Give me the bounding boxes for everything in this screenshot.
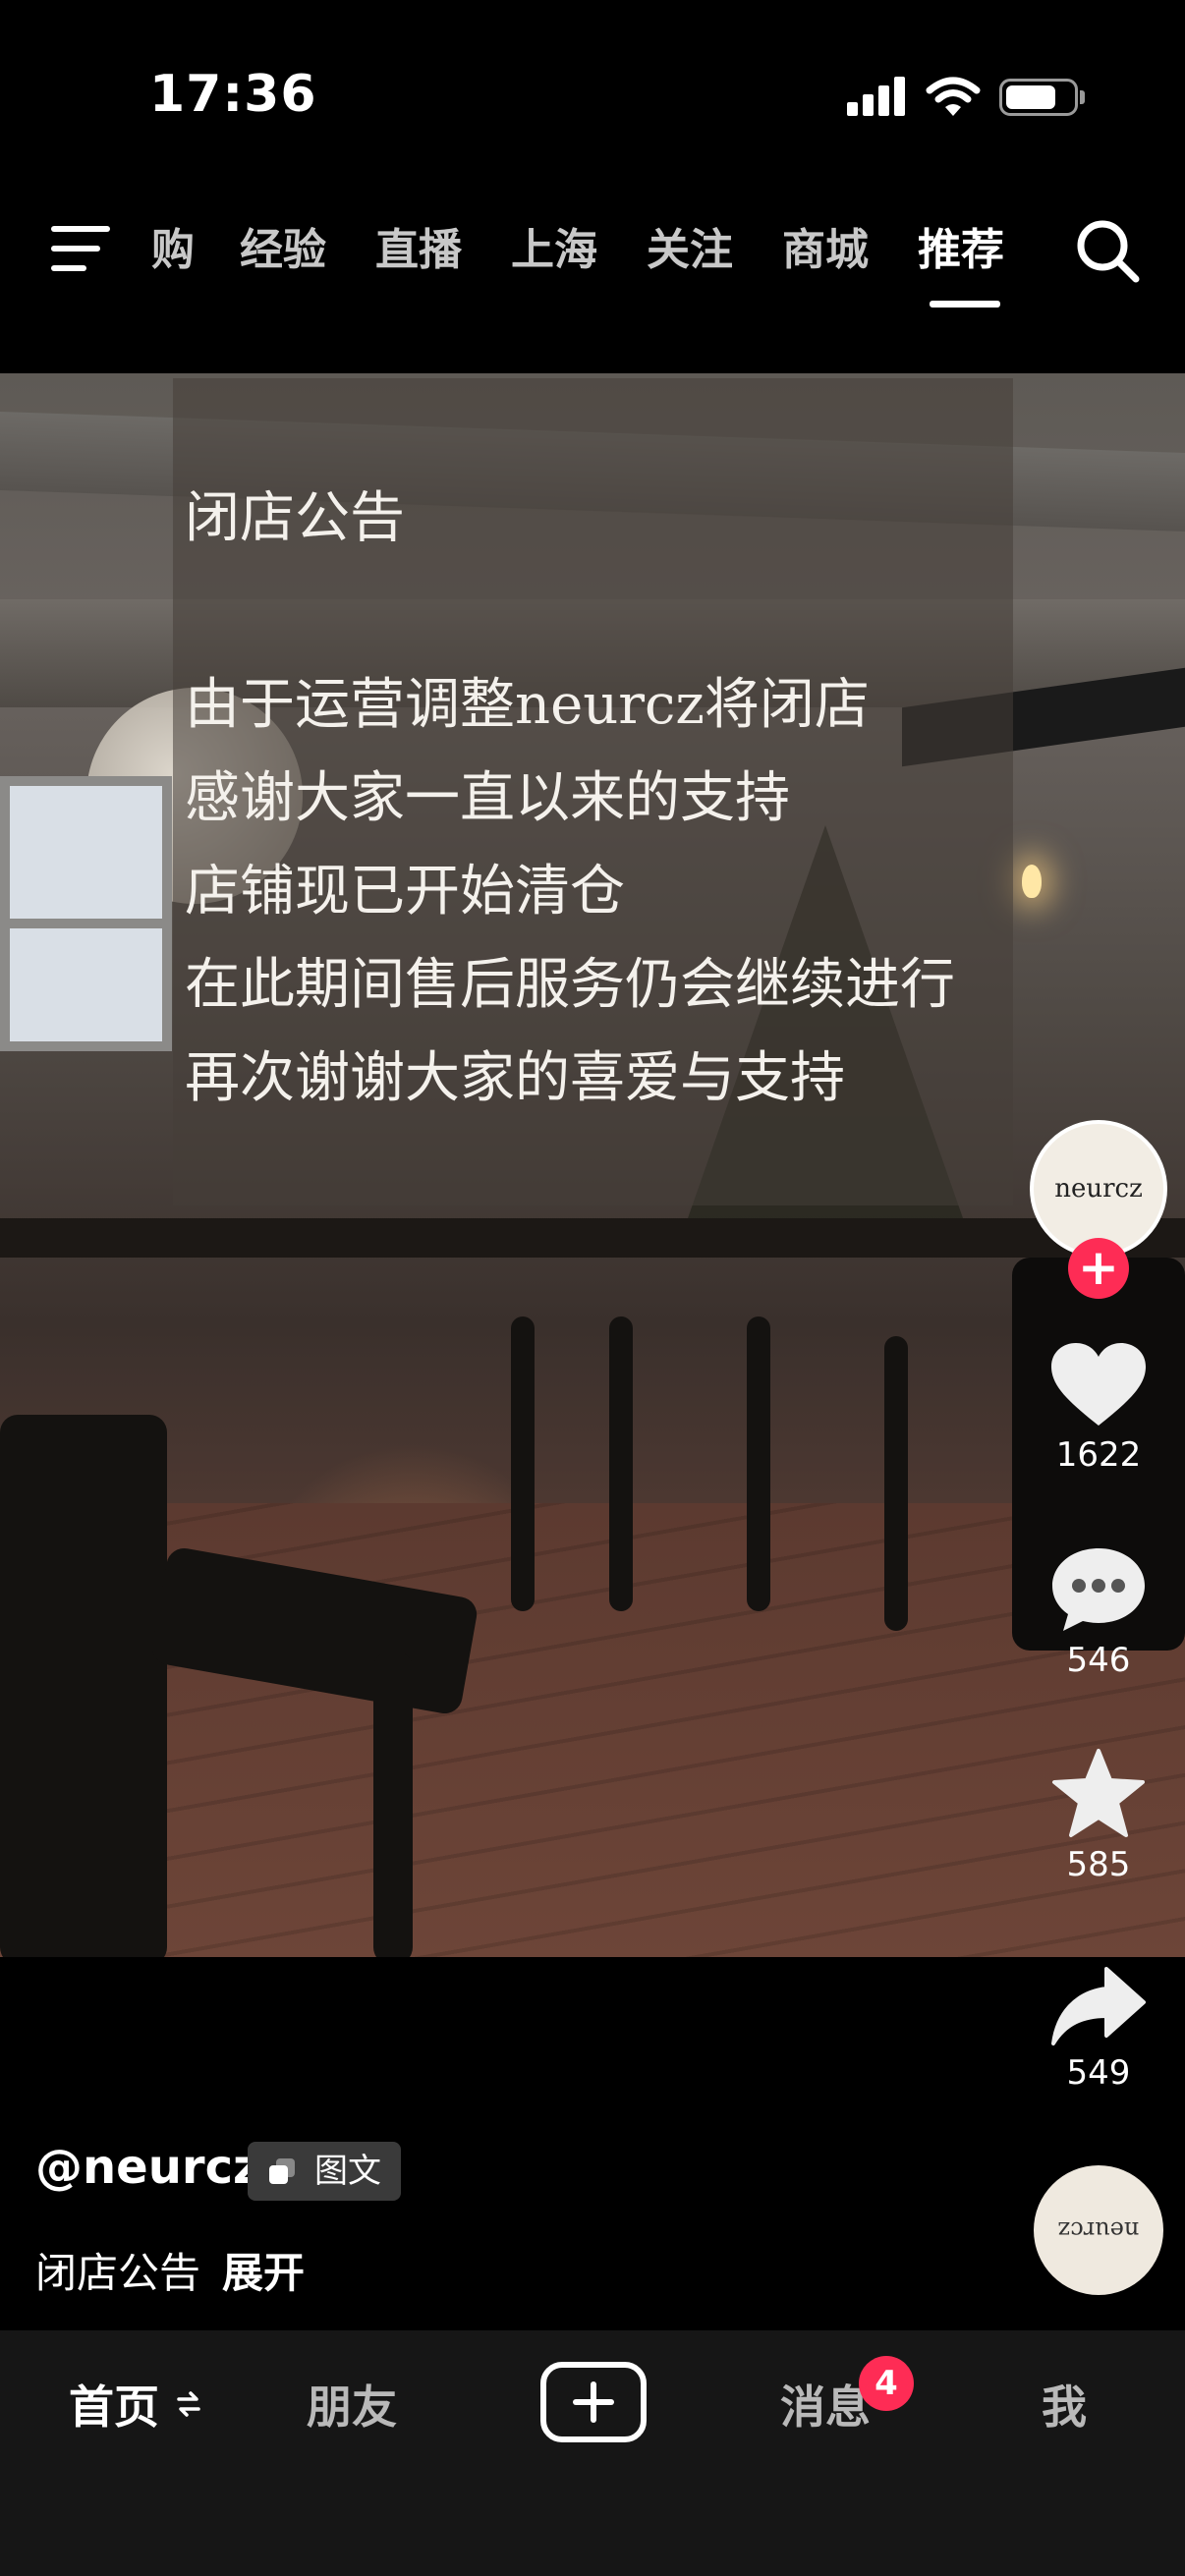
light-bulb xyxy=(1022,865,1042,898)
like-button[interactable]: 1622 xyxy=(1022,1341,1175,1475)
notice-line: 在此期间售后服务仍会继续进行 xyxy=(185,953,955,1017)
create-button[interactable] xyxy=(540,2362,647,2442)
status-icons xyxy=(847,75,1085,120)
signal-icon xyxy=(847,75,906,120)
post-type-badge: 图文 xyxy=(248,2142,401,2201)
notice-line: 由于运营调整neurcz将闭店 xyxy=(185,673,870,737)
star-icon xyxy=(1052,1749,1145,1837)
avatar-logo-text: neurcz xyxy=(1054,1174,1143,1204)
comment-icon xyxy=(1052,1548,1145,1631)
status-time: 17:36 xyxy=(149,65,317,124)
tab-shanghai[interactable]: 上海 xyxy=(511,214,597,277)
comment-button[interactable]: 546 xyxy=(1022,1544,1175,1680)
active-tab-indicator xyxy=(930,301,1000,308)
top-nav: 购 经验 直播 上海 关注 商城 推荐 xyxy=(0,187,1185,373)
share-button[interactable]: 549 xyxy=(1022,1965,1175,2093)
wifi-icon xyxy=(926,77,981,116)
tab-following[interactable]: 关注 xyxy=(647,214,733,277)
tab-experience[interactable]: 经验 xyxy=(240,214,326,277)
follow-button[interactable]: + xyxy=(1068,1238,1129,1299)
menu-icon[interactable] xyxy=(51,224,110,275)
counter xyxy=(0,1218,1185,1258)
swap-icon[interactable] xyxy=(177,2387,200,2421)
tab-live[interactable]: 直播 xyxy=(375,214,462,277)
tab-recommended[interactable]: 推荐 xyxy=(918,214,1004,277)
image-text-icon xyxy=(269,2158,295,2184)
notice-text: 闭店公告 由于运营调整neurcz将闭店 感谢大家一直以来的支持 店铺现已开始清… xyxy=(185,472,955,1125)
music-disc[interactable]: neurcz xyxy=(1034,2165,1163,2295)
battery-icon xyxy=(999,79,1078,116)
messages-badge: 4 xyxy=(859,2356,914,2411)
expand-link[interactable]: 展开 xyxy=(222,2249,305,2297)
like-count: 1622 xyxy=(1055,1435,1142,1475)
heart-icon xyxy=(1051,1343,1146,1426)
window xyxy=(0,776,172,1051)
status-bar: 17:36 xyxy=(0,0,1185,187)
favorite-count: 585 xyxy=(1066,1845,1131,1884)
author-name[interactable]: @neurcz xyxy=(35,2140,260,2195)
notice-title: 闭店公告 xyxy=(185,486,405,550)
favorite-button[interactable]: 585 xyxy=(1022,1749,1175,1884)
author-avatar[interactable]: neurcz xyxy=(1030,1120,1167,1258)
caption-text: 闭店公告 xyxy=(35,2249,201,2297)
tab-mall[interactable]: 商城 xyxy=(782,214,869,277)
tab-shop[interactable]: 购 xyxy=(151,214,195,277)
tab-friends[interactable]: 朋友 xyxy=(307,2372,397,2436)
post-caption: 闭店公告 展开 xyxy=(35,2240,305,2300)
share-count: 549 xyxy=(1066,2053,1131,2093)
share-icon xyxy=(1051,1967,1146,2045)
bottom-tab-bar: 首页 朋友 消息 4 我 xyxy=(0,2330,1185,2576)
tab-messages[interactable]: 消息 xyxy=(780,2372,871,2436)
tab-me[interactable]: 我 xyxy=(1042,2372,1087,2436)
notice-line: 再次谢谢大家的喜爱与支持 xyxy=(185,1046,845,1110)
chair xyxy=(0,1415,167,1957)
search-icon[interactable] xyxy=(1073,216,1142,285)
comment-count: 546 xyxy=(1066,1641,1131,1680)
tab-home[interactable]: 首页 xyxy=(69,2372,159,2436)
notice-line: 店铺现已开始清仓 xyxy=(185,860,625,924)
notice-line: 感谢大家一直以来的支持 xyxy=(185,766,790,830)
badge-label: 图文 xyxy=(314,2152,381,2191)
disc-logo-text: neurcz xyxy=(1057,2216,1140,2244)
